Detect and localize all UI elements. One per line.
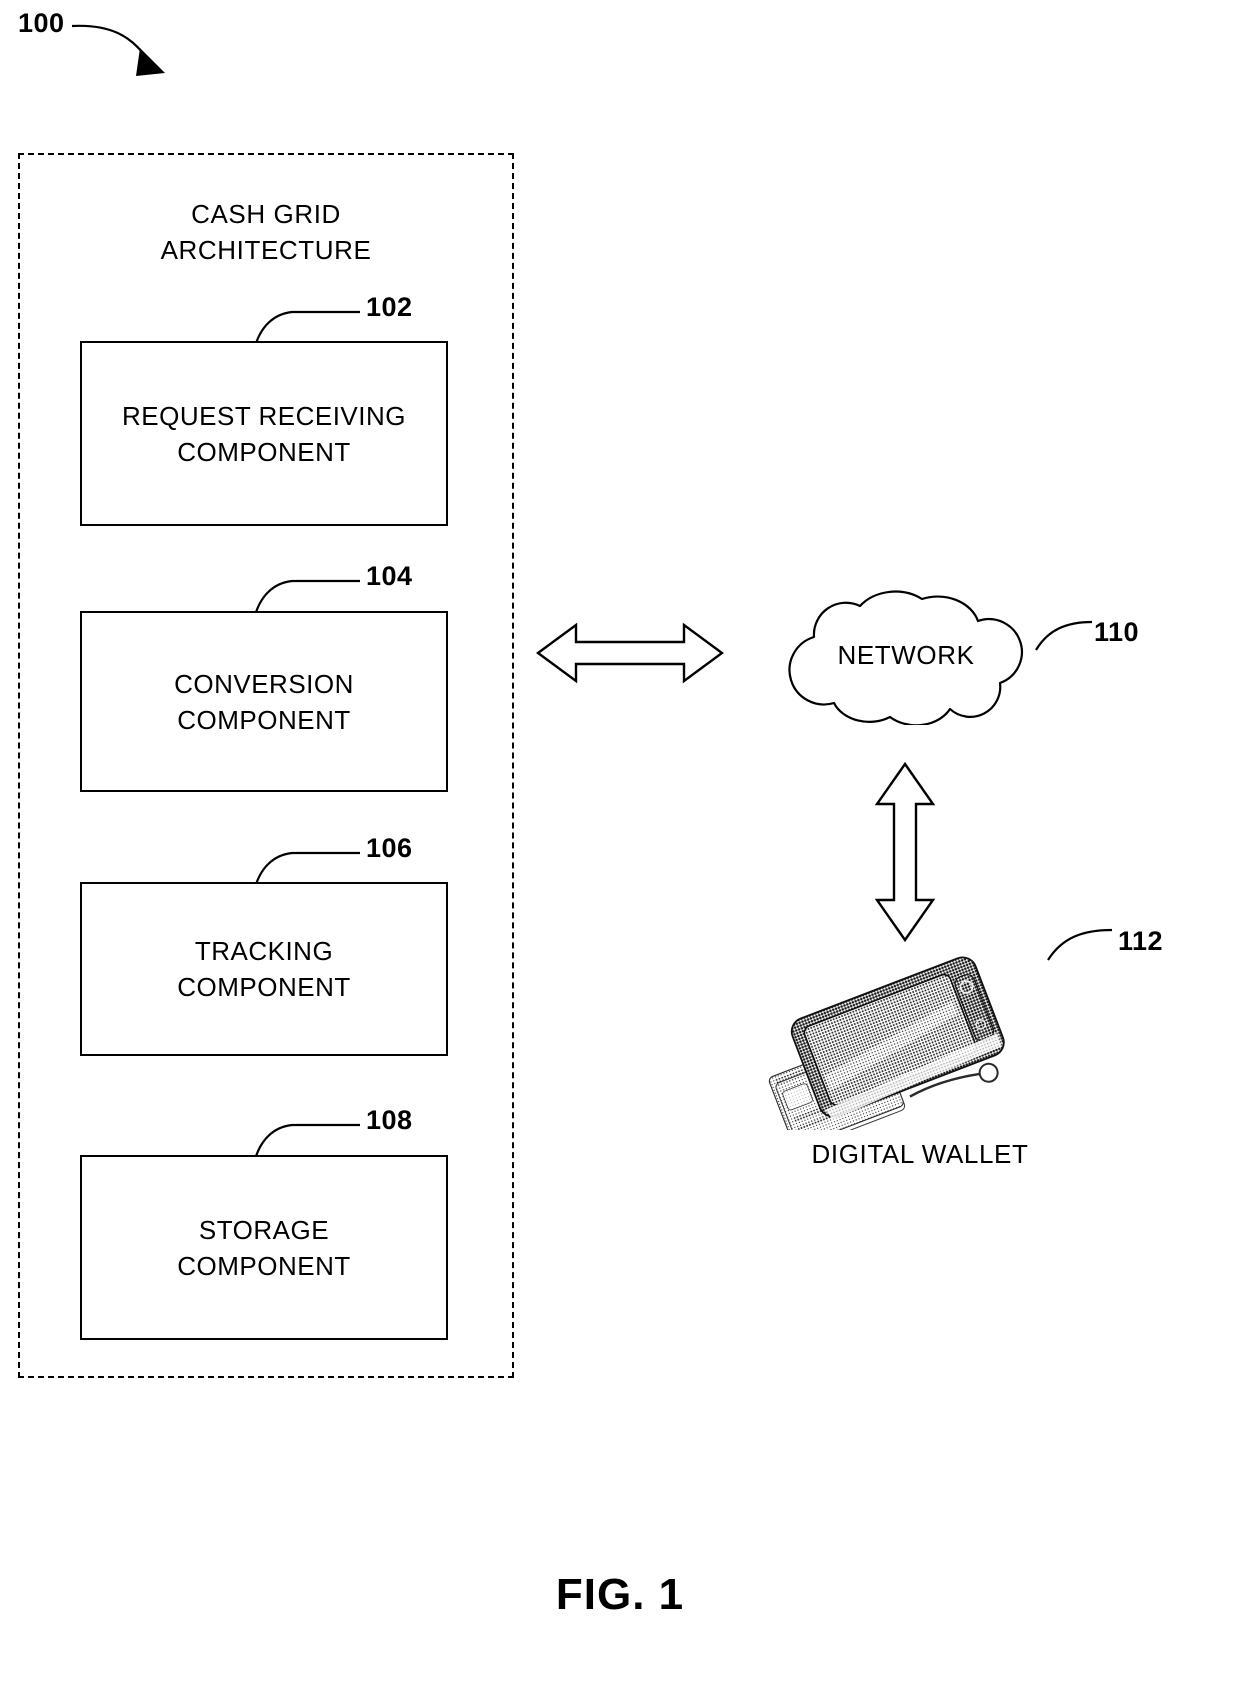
storage-component-box[interactable]: STORAGE COMPONENT	[80, 1155, 448, 1340]
digital-wallet-caption: DIGITAL WALLET	[811, 1139, 1029, 1169]
conversion-component-box[interactable]: CONVERSION COMPONENT	[80, 611, 448, 792]
system-pointer-arrow-icon	[70, 18, 200, 98]
component-104-line-2: COMPONENT	[177, 704, 351, 735]
wallet-ref-112: 112	[1118, 926, 1164, 956]
system-reference-numeral: 100	[18, 8, 65, 38]
patent-figure-page: 100 CASH GRID ARCHITECTURE 102 REQUEST R…	[0, 0, 1240, 1686]
architecture-network-bidirectional-arrow-icon	[535, 622, 725, 684]
network-ref-110: 110	[1094, 617, 1140, 647]
architecture-title-line-2: ARCHITECTURE	[160, 235, 372, 265]
tracking-component-box[interactable]: TRACKING COMPONENT	[80, 882, 448, 1056]
component-102-line-2: COMPONENT	[177, 436, 351, 467]
component-102-line-1: REQUEST RECEIVING	[122, 400, 406, 431]
digital-wallet-photo	[758, 955, 1018, 1149]
component-ref-108: 108	[366, 1105, 413, 1135]
network-label: NETWORK	[837, 640, 975, 670]
figure-caption: FIG. 1	[555, 1570, 685, 1619]
component-108-line-1: STORAGE	[198, 1214, 330, 1245]
request-receiving-component-box[interactable]: REQUEST RECEIVING COMPONENT	[80, 341, 448, 526]
component-ref-106: 106	[366, 833, 413, 863]
architecture-title-line-1: CASH GRID	[191, 199, 341, 229]
storage-component-label: STORAGE COMPONENT	[82, 1212, 446, 1284]
conversion-component-label: CONVERSION COMPONENT	[82, 666, 446, 738]
callout-112: 112	[1046, 918, 1196, 978]
component-108-line-2: COMPONENT	[177, 1250, 351, 1281]
component-106-line-2: COMPONENT	[177, 972, 351, 1002]
component-104-line-1: CONVERSION	[174, 668, 354, 699]
request-receiving-component-label: REQUEST RECEIVING COMPONENT	[82, 398, 446, 470]
component-ref-102: 102	[366, 292, 413, 322]
cash-grid-architecture-title: CASH GRID ARCHITECTURE	[18, 196, 514, 268]
network-wallet-bidirectional-arrow-icon	[874, 761, 936, 943]
tracking-component-label: TRACKING COMPONENT	[82, 933, 446, 1005]
component-106-line-1: TRACKING	[194, 936, 334, 966]
component-ref-104: 104	[366, 561, 413, 591]
callout-110: 110	[1034, 610, 1184, 670]
